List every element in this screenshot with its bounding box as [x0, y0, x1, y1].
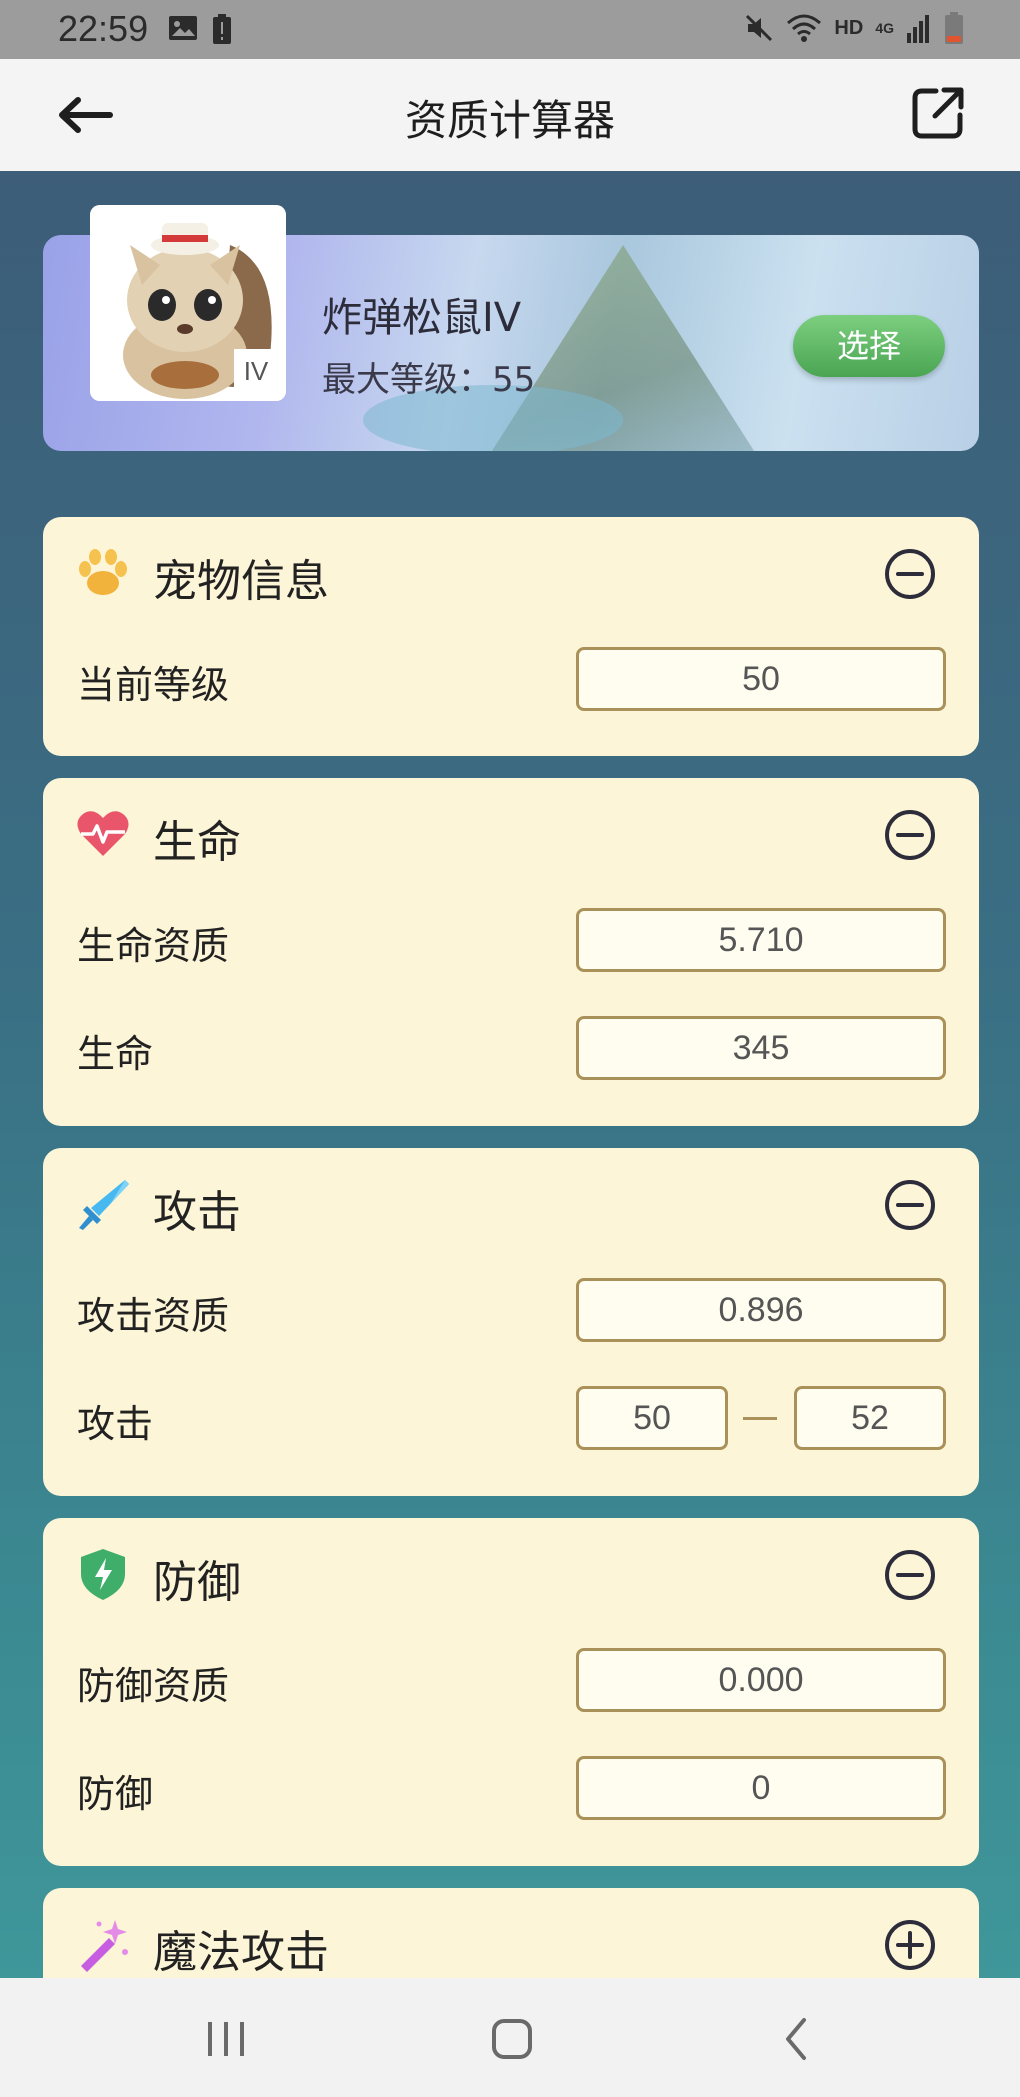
attack-min-input[interactable]: 50	[576, 1386, 728, 1450]
hp-value-input[interactable]: 345	[576, 1016, 946, 1080]
content-area[interactable]: 宠物信息 当前等级 50 生命 生命资质 5.710 生命 345 攻击 攻击资…	[0, 171, 1020, 1978]
network-label: 4G	[875, 20, 894, 36]
defense-aptitude-input[interactable]: 0.000	[576, 1648, 946, 1712]
range-dash	[743, 1417, 777, 1420]
section-title: 魔法攻击	[153, 1927, 329, 1978]
section-title: 宠物信息	[153, 556, 329, 607]
collapse-icon[interactable]	[884, 1549, 936, 1601]
collapse-icon[interactable]	[884, 1179, 936, 1231]
status-time: 22:59	[58, 8, 149, 49]
section-title: 攻击	[153, 1187, 241, 1238]
heart-icon	[77, 811, 129, 856]
row-label: 攻击资质	[77, 1294, 230, 1338]
card-pet-info: 宠物信息 当前等级 50	[43, 517, 979, 756]
card-attack: 攻击 攻击资质 0.896 攻击 50 52	[43, 1148, 979, 1496]
status-left-icons	[168, 14, 232, 44]
status-bar: 22:59 HD 4G	[0, 0, 1020, 59]
system-nav-bar	[0, 1978, 1020, 2097]
level-input[interactable]: 50	[576, 647, 946, 711]
collapse-icon[interactable]	[884, 809, 936, 861]
app-bar: 资质计算器	[0, 59, 1020, 171]
section-title: 防御	[153, 1557, 241, 1608]
pet-avatar[interactable]: IV	[90, 205, 286, 401]
expand-icon[interactable]	[884, 1919, 936, 1971]
hd-label: HD	[834, 16, 864, 39]
collapse-icon[interactable]	[884, 548, 936, 600]
row-label: 生命资质	[77, 924, 230, 968]
card-defense: 防御 防御资质 0.000 防御 0	[43, 1518, 979, 1866]
image-icon	[169, 16, 197, 40]
row-label: 攻击	[77, 1402, 154, 1446]
signal-4g-icon	[907, 15, 929, 43]
pet-max-level: 最大等级：55	[322, 360, 536, 400]
row-label: 生命	[77, 1032, 154, 1076]
wifi-icon	[787, 14, 822, 42]
sword-icon	[79, 1180, 129, 1230]
magic-wand-icon	[81, 1920, 128, 1972]
section-title: 生命	[153, 817, 241, 868]
row-label: 防御资质	[77, 1664, 230, 1708]
back-icon[interactable]	[768, 2014, 828, 2064]
row-label: 防御	[77, 1772, 154, 1816]
attack-aptitude-input[interactable]: 0.896	[576, 1278, 946, 1342]
select-pet-button[interactable]: 选择	[793, 315, 945, 377]
recent-apps-icon[interactable]	[196, 2014, 256, 2064]
mute-icon	[746, 14, 773, 42]
shield-icon	[81, 1549, 125, 1600]
card-hp: 生命 生命资质 5.710 生命 345	[43, 778, 979, 1126]
card-magic-attack: 魔法攻击	[43, 1888, 979, 1978]
row-label: 当前等级	[77, 663, 230, 707]
external-link-icon[interactable]	[910, 85, 966, 141]
tier-badge: IV	[234, 349, 278, 393]
defense-value-input[interactable]: 0	[576, 1756, 946, 1820]
page-title: 资质计算器	[404, 96, 615, 145]
attack-max-input[interactable]: 52	[794, 1386, 946, 1450]
hp-aptitude-input[interactable]: 5.710	[576, 908, 946, 972]
paw-icon	[79, 549, 127, 595]
pet-name: 炸弹松鼠IV	[322, 295, 522, 341]
status-right-icons: HD 4G	[744, 12, 964, 44]
battery-low-icon	[945, 12, 963, 44]
battery-alert-icon	[213, 14, 231, 44]
home-icon[interactable]	[482, 2014, 542, 2064]
